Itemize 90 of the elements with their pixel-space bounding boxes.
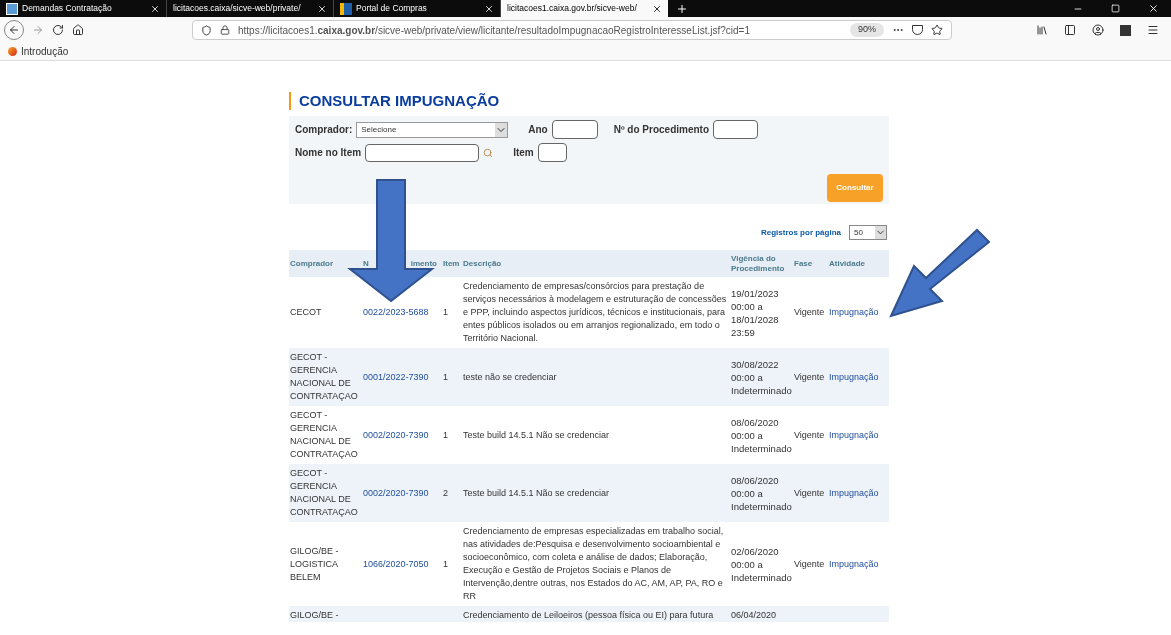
- table-cell-text: GECOT - GERENCIA NACIONAL DE CONTRATAÇAO: [289, 351, 359, 403]
- field-label: Nome no Item: [295, 146, 362, 160]
- impugnacao-link[interactable]: Impugnação: [829, 429, 879, 440]
- close-icon[interactable]: [652, 3, 662, 14]
- close-icon[interactable]: [317, 3, 327, 14]
- close-icon[interactable]: [484, 3, 494, 14]
- table-cell-text: CECOT: [289, 306, 323, 319]
- item-field[interactable]: [537, 143, 567, 162]
- column-header: Vigência do Procedimento: [730, 253, 786, 274]
- table-cell: 02/06/2020 00:00 a Indeterminado: [730, 544, 793, 584]
- per-page-select[interactable]: 50: [849, 225, 887, 240]
- impugnacao-link[interactable]: Impugnação: [829, 558, 879, 569]
- table-cell-text: 19/01/2023 00:00 a 18/01/2028 23:59: [730, 286, 780, 339]
- table-cell: 1: [443, 307, 448, 317]
- maximize-icon[interactable]: [1111, 4, 1120, 13]
- bookmark-item[interactable]: Introdução: [8, 44, 69, 59]
- ano-field[interactable]: [551, 120, 598, 139]
- table-cell: 1: [443, 558, 448, 569]
- table-cell: Teste build 14.5.1 Não se credenciar: [463, 429, 610, 440]
- table-cell: 1: [443, 371, 448, 382]
- column-header: Comprador: [289, 258, 335, 269]
- sidebar-icon[interactable]: [1064, 24, 1076, 36]
- address-bar[interactable]: https://licitacoes1.caixa.gov.br/sicve-web/private/view/licitante/resultadoImpugnacaoRegistroInteresseList.jsf?cid=1 90%: [192, 20, 952, 40]
- table-cell: 08/06/2020 00:00 a Indeterminado: [730, 415, 793, 455]
- document-icon: [6, 2, 18, 15]
- library-icon[interactable]: [1036, 24, 1048, 36]
- table-cell: Credenciamento de empresas especializadas em trabalho social, nas atividades de:Pesquisa e desenvolvimento socioambiental e socioeconômico, com coleta e análise de dados; Elaboração, Execução e Gestão de Projetos Sociais e Planos de Intervenção,dentre outras, nos Estados do AC, AM, AP, PA, RO e RR: [463, 526, 724, 601]
- table-cell: 1: [443, 429, 448, 440]
- table-cell: Vigente: [794, 429, 825, 440]
- field-label: Nº do Procedimento: [613, 123, 709, 137]
- account-icon[interactable]: [1092, 24, 1104, 36]
- table-cell: Teste build 14.5.1 Não se credenciar: [463, 487, 610, 498]
- procedimento-link[interactable]: 0002/2020-7390: [363, 487, 429, 498]
- zoom-level[interactable]: 90%: [850, 23, 884, 37]
- table-cell: Credenciamento de Leiloeiros (pessoa física ou EI) para futura: [462, 609, 715, 622]
- portal-icon: [340, 2, 352, 15]
- table-cell: teste não se credenciar: [463, 371, 557, 382]
- browser-tab[interactable]: licitacoes1.caixa.gov.br/sicve-web/: [501, 0, 668, 17]
- table-cell: 06/04/2020: [730, 609, 778, 622]
- table-cell: Vigente: [794, 307, 825, 317]
- table-cell: 08/06/2020 00:00 a Indeterminado: [730, 473, 793, 513]
- extension-icon[interactable]: [1120, 24, 1131, 36]
- impugnacao-link[interactable]: Impugnação: [829, 307, 879, 317]
- tab-title: Portal de Compras: [356, 2, 428, 15]
- bookmark-star-icon[interactable]: [931, 24, 943, 36]
- nome-item-field[interactable]: [365, 143, 480, 162]
- field-label: Item: [513, 146, 534, 160]
- column-header: Item: [442, 258, 461, 269]
- procedimento-link[interactable]: 0022/2023-5688: [363, 307, 429, 317]
- column-header: N: [363, 258, 369, 269]
- close-icon[interactable]: [150, 3, 160, 14]
- column-header: Descrição: [462, 258, 503, 269]
- menu-icon[interactable]: [1147, 24, 1159, 36]
- home-icon[interactable]: [72, 24, 84, 36]
- tab-title: licitacoes1.caixa.gov.br/sicve-web/: [507, 2, 638, 15]
- caret-icon[interactable]: [875, 226, 886, 239]
- field-label: Comprador:: [295, 123, 353, 137]
- caret-icon[interactable]: [495, 122, 508, 137]
- column-header: Fase: [793, 258, 814, 269]
- table-cell: Vigente: [794, 371, 825, 382]
- table-cell: 2: [443, 487, 448, 498]
- column-header: imento: [410, 258, 438, 269]
- impugnacao-link[interactable]: Impugnação: [829, 487, 879, 498]
- procedimento-field[interactable]: [713, 120, 758, 139]
- table-cell: 30/08/2022 00:00 a Indeterminado: [730, 357, 793, 397]
- procedimento-link[interactable]: 0002/2020-7390: [363, 429, 429, 440]
- field-label: Ano: [528, 123, 548, 137]
- table-cell: Vigente: [794, 558, 825, 569]
- shield-icon[interactable]: [201, 24, 212, 36]
- table-cell-text: GILOG/BE - LOGISTICA BELEM: [289, 544, 340, 584]
- tab-title: licitacoes.caixa/sicve-web/private/: [173, 2, 302, 15]
- comprador-select[interactable]: Selecione: [356, 121, 509, 138]
- table-cell: Credenciamento de empresas/consórcios para prestação de serviços necessários à modelagem e estruturação de concessões e PPP, incluindo aspectos jurídicos, técnicos e institucionais, para entes públicos isolados ou em arranjos regionalizado, em todo o Território Nacional.: [463, 281, 727, 343]
- tab-title: Demandas Contratação: [22, 2, 113, 15]
- table-cell-text: GECOT - GERENCIA NACIONAL DE CONTRATAÇAO: [289, 409, 359, 461]
- new-tab-icon[interactable]: [676, 2, 688, 15]
- procedimento-link[interactable]: 0001/2022-7390: [363, 371, 429, 382]
- impugnacao-link[interactable]: Impugnação: [829, 371, 879, 382]
- close-icon[interactable]: [1148, 3, 1159, 14]
- page-title: CONSULTAR IMPUGNAÇÃO: [289, 92, 889, 110]
- column-header: Atividade: [828, 258, 866, 269]
- procedimento-link[interactable]: 1066/2020-7050: [363, 558, 429, 569]
- table-cell-text: GECOT - GERENCIA NACIONAL DE CONTRATAÇAO: [289, 467, 359, 519]
- per-page-label: Registros por página: [761, 226, 841, 239]
- search-icon[interactable]: [483, 147, 494, 158]
- table-cell: GILOG/BE -: [289, 609, 340, 622]
- lock-icon: [220, 25, 230, 35]
- url-text: https://licitacoes1.caixa.gov.br/sicve-web/private/view/licitante/resultadoImpugnacaoRegistroInteresseList.jsf?cid=1: [238, 23, 752, 38]
- reload-icon[interactable]: [52, 24, 64, 36]
- table-cell: Vigente: [794, 487, 825, 498]
